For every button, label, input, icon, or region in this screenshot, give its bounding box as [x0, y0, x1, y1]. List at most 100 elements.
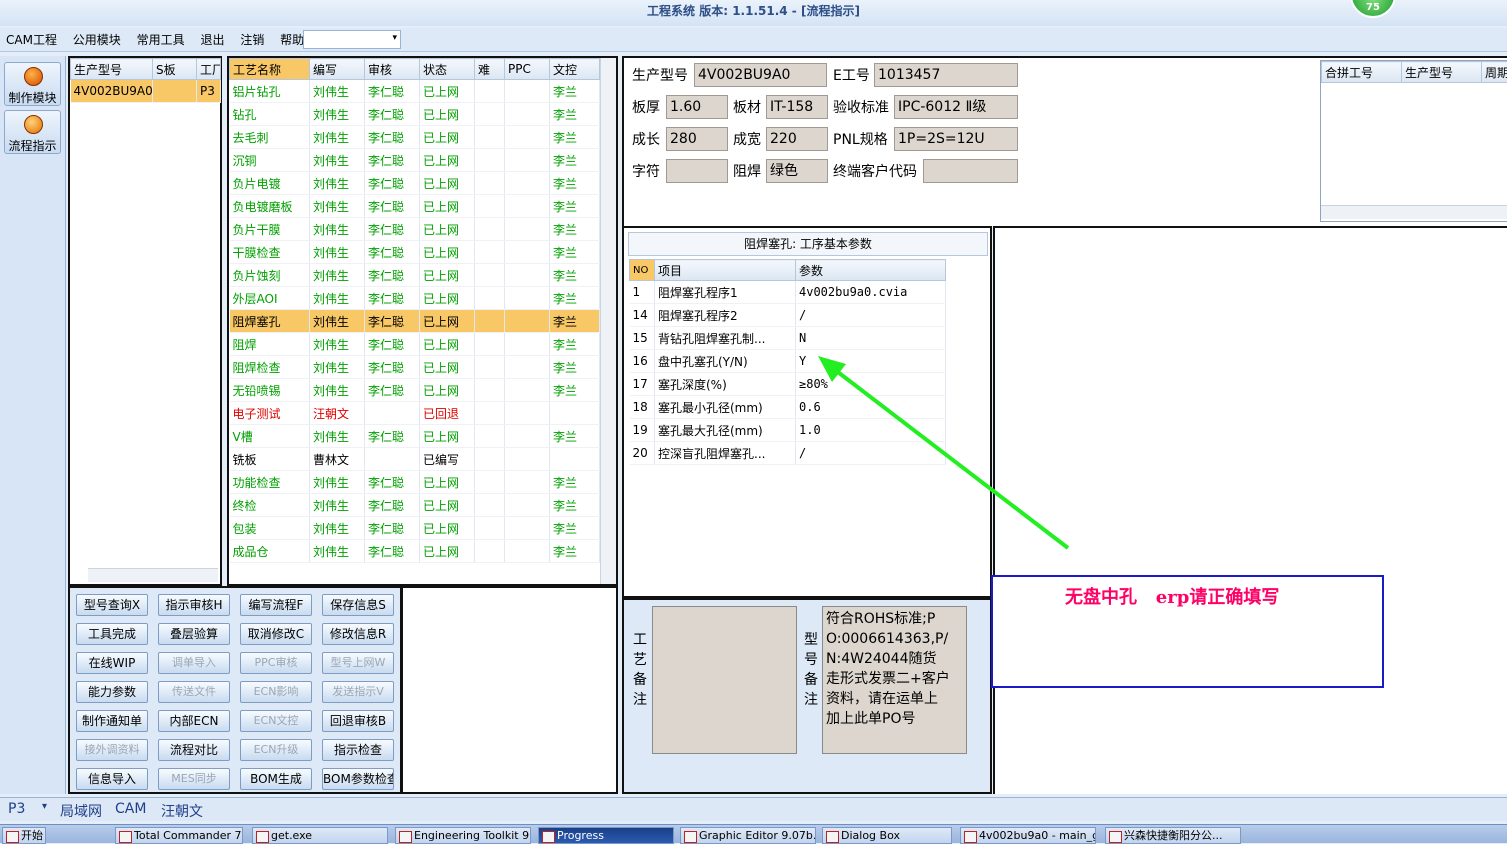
mask-field[interactable]: 绿色: [766, 159, 828, 183]
nav-make-module[interactable]: 制作模块: [4, 62, 61, 106]
menu-combo-select[interactable]: [303, 30, 401, 49]
table-row[interactable]: 钻孔刘伟生李仁聪已上网李兰: [230, 103, 600, 126]
status-site[interactable]: P3: [8, 801, 25, 817]
action-button[interactable]: 接外调资料: [76, 739, 148, 761]
table-row[interactable]: 干膜检查刘伟生李仁聪已上网李兰: [230, 241, 600, 264]
table-row[interactable]: 功能检查刘伟生李仁聪已上网李兰: [230, 471, 600, 494]
menu-exit[interactable]: 退出: [194, 28, 230, 52]
table-row[interactable]: 阻焊刘伟生李仁聪已上网李兰: [230, 333, 600, 356]
col-param[interactable]: 参数: [796, 260, 946, 281]
action-button[interactable]: 流程对比: [158, 739, 230, 761]
col-ppc[interactable]: PPC: [505, 59, 550, 80]
col-sboard[interactable]: S板: [153, 59, 197, 80]
table-row[interactable]: 负片电镀刘伟生李仁聪已上网李兰: [230, 172, 600, 195]
taskbar-item[interactable]: get.exe: [252, 827, 388, 844]
col-doc[interactable]: 文控: [550, 59, 600, 80]
taskbar-item[interactable]: Total Commander 7....: [115, 827, 243, 844]
action-button[interactable]: 取消修改C: [240, 623, 312, 645]
customer-code-field[interactable]: [923, 159, 1018, 183]
menu-tools[interactable]: 常用工具: [131, 28, 191, 52]
action-button[interactable]: 在线WIP: [76, 652, 148, 674]
action-button[interactable]: ECN升级: [240, 739, 312, 761]
horizontal-scrollbar[interactable]: [1321, 205, 1507, 219]
action-button[interactable]: 能力参数: [76, 681, 148, 703]
action-button[interactable]: 工具完成: [76, 623, 148, 645]
eng-field[interactable]: 1013457: [874, 63, 1018, 87]
table-row[interactable]: 电子测试汪朝文已回退: [230, 402, 600, 425]
chevron-down-icon[interactable]: ▾: [42, 801, 47, 812]
col-model[interactable]: 生产型号: [71, 59, 153, 80]
action-button[interactable]: 指示审核H: [158, 594, 230, 616]
taskbar-item[interactable]: 4v002bu9a0 - main_ga...: [960, 827, 1096, 844]
action-button[interactable]: 型号上网W: [322, 652, 394, 674]
table-row[interactable]: 负电镀磨板刘伟生李仁聪已上网李兰: [230, 195, 600, 218]
col-process-name[interactable]: 工艺名称: [230, 59, 310, 80]
taskbar-item[interactable]: 兴森快捷衡阳分公...: [1105, 827, 1241, 844]
table-row[interactable]: 铣板曹林文已编写: [230, 448, 600, 471]
nav-flow-indicator[interactable]: 流程指示: [4, 110, 61, 154]
action-button[interactable]: 发送指示V: [322, 681, 394, 703]
vertical-scrollbar[interactable]: [600, 58, 616, 584]
table-row[interactable]: 包装刘伟生李仁聪已上网李兰: [230, 517, 600, 540]
table-row[interactable]: 外层AOI刘伟生李仁聪已上网李兰: [230, 287, 600, 310]
col-item[interactable]: 项目: [655, 260, 796, 281]
thickness-field[interactable]: 1.60: [666, 95, 728, 119]
taskbar-item[interactable]: Progress: [538, 827, 674, 844]
action-button[interactable]: 内部ECN: [158, 710, 230, 732]
pnl-field[interactable]: 1P=2S=12U: [894, 127, 1018, 151]
table-row[interactable]: 终检刘伟生李仁聪已上网李兰: [230, 494, 600, 517]
table-row[interactable]: 4V002BU9A0 P3: [71, 80, 221, 103]
model-remark-field[interactable]: 符合ROHS标准;PO:0006614363,P/N:4W24044随货走形式发…: [822, 606, 967, 754]
action-button[interactable]: 编写流程F: [240, 594, 312, 616]
action-button[interactable]: PPC审核: [240, 652, 312, 674]
taskbar-item[interactable]: Engineering Toolkit 9...: [395, 827, 531, 844]
table-row[interactable]: 无铅喷锡刘伟生李仁聪已上网李兰: [230, 379, 600, 402]
action-button[interactable]: 调单导入: [158, 652, 230, 674]
action-button[interactable]: BOM参数检查: [322, 768, 394, 790]
table-row[interactable]: 沉铜刘伟生李仁聪已上网李兰: [230, 149, 600, 172]
table-row[interactable]: 14阻焊塞孔程序2/: [630, 304, 946, 327]
action-button[interactable]: 保存信息S: [322, 594, 394, 616]
table-row[interactable]: V槽刘伟生李仁聪已上网李兰: [230, 425, 600, 448]
col-merge-cycle[interactable]: 周期: [1482, 62, 1507, 83]
action-button[interactable]: 传送文件: [158, 681, 230, 703]
col-merge-no[interactable]: 合拼工号: [1322, 62, 1402, 83]
taskbar-item[interactable]: Graphic Editor 9.07b...: [680, 827, 816, 844]
action-button[interactable]: 型号查询X: [76, 594, 148, 616]
model-field[interactable]: 4V002BU9A0: [694, 63, 827, 87]
action-button[interactable]: 信息导入: [76, 768, 148, 790]
action-button[interactable]: ECN文控: [240, 710, 312, 732]
table-row[interactable]: 1阻焊塞孔程序14v002bu9a0.cvia: [630, 281, 946, 304]
width-field[interactable]: 220: [766, 127, 828, 151]
table-row[interactable]: 成品仓刘伟生李仁聪已上网李兰: [230, 540, 600, 563]
table-row[interactable]: 负片干膜刘伟生李仁聪已上网李兰: [230, 218, 600, 241]
table-row[interactable]: 负片蚀刻刘伟生李仁聪已上网李兰: [230, 264, 600, 287]
col-reviewer[interactable]: 审核: [365, 59, 420, 80]
length-field[interactable]: 280: [666, 127, 728, 151]
character-field[interactable]: [666, 159, 728, 183]
action-button[interactable]: 制作通知单: [76, 710, 148, 732]
horizontal-scrollbar[interactable]: [88, 568, 218, 582]
col-difficulty[interactable]: 难: [475, 59, 505, 80]
action-button[interactable]: 修改信息R: [322, 623, 394, 645]
standard-field[interactable]: IPC-6012 Ⅱ级: [894, 95, 1018, 119]
table-row[interactable]: 去毛刺刘伟生李仁聪已上网李兰: [230, 126, 600, 149]
col-no[interactable]: NO: [630, 260, 655, 281]
menu-cam[interactable]: CAM工程: [0, 28, 63, 52]
taskbar-item[interactable]: Dialog Box: [822, 827, 952, 844]
table-row[interactable]: 铝片钻孔刘伟生李仁聪已上网李兰: [230, 80, 600, 103]
action-button[interactable]: 回退审核B: [322, 710, 394, 732]
action-button[interactable]: MES同步: [158, 768, 230, 790]
table-row[interactable]: 阻焊检查刘伟生李仁聪已上网李兰: [230, 356, 600, 379]
table-row[interactable]: 阻焊塞孔刘伟生李仁聪已上网李兰: [230, 310, 600, 333]
action-button[interactable]: BOM生成: [240, 768, 312, 790]
table-row[interactable]: 15背钻孔阻焊塞孔制...N: [630, 327, 946, 350]
col-status[interactable]: 状态: [420, 59, 475, 80]
material-field[interactable]: IT-158: [766, 95, 828, 119]
action-button[interactable]: ECN影响: [240, 681, 312, 703]
menu-public[interactable]: 公用模块: [67, 28, 127, 52]
action-button[interactable]: 指示检查: [322, 739, 394, 761]
col-merge-model[interactable]: 生产型号: [1402, 62, 1482, 83]
col-writer[interactable]: 编写: [310, 59, 365, 80]
process-remark-field[interactable]: [652, 606, 797, 754]
